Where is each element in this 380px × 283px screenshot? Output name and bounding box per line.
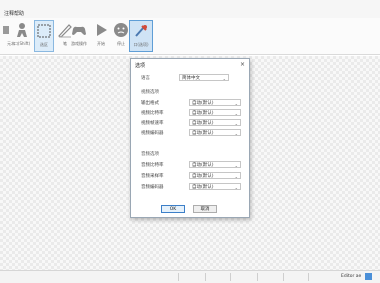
language-label: 语言 [141, 76, 150, 81]
chevron-down-icon: ⌄ [234, 121, 238, 126]
audio-section-title: 音频选项 [141, 152, 159, 157]
audio-row-label: 音频采样率 [141, 174, 164, 179]
menu-bar: 注释帮助 [0, 0, 380, 19]
cancel-button[interactable]: 取消 [193, 205, 217, 213]
language-select[interactable]: 简体中文 ⌄ [179, 74, 229, 81]
dialog-title: 选项 [135, 63, 146, 69]
audio-row: 音频采样率 自动(默认) ⌄ [131, 172, 249, 180]
menu-help[interactable]: 注释帮助 [4, 10, 24, 17]
audio-row: 音频编码器 自动(默认) ⌄ [131, 183, 249, 191]
chevron-down-icon: ⌄ [234, 174, 238, 179]
options-dialog: 选项 × 语言 简体中文 ⌄ 视频选项 输出格式 自动(默认) ⌄ 视频比特率 … [130, 58, 250, 218]
audio-row-label: 音频编码器 [141, 185, 164, 190]
status-divider [308, 273, 309, 281]
close-icon[interactable]: × [240, 61, 245, 68]
status-divider [205, 273, 206, 281]
video-select[interactable]: 自动(默认) ⌄ [189, 119, 241, 126]
language-value: 简体中文 [182, 76, 200, 81]
audio-row: 音频比特率 自动(默认) ⌄ [131, 161, 249, 169]
selection-rect-icon [37, 24, 51, 38]
select-value: 自动(默认) [192, 174, 214, 179]
select-value: 自动(默认) [192, 163, 214, 168]
tool-button-gamepad[interactable]: 游戏操作 [68, 20, 90, 50]
select-value: 自动(默认) [192, 111, 214, 116]
select-value: 自动(默认) [192, 131, 214, 136]
video-row: 视频帧速率 自动(默认) ⌄ [131, 119, 249, 127]
video-select[interactable]: 自动(默认) ⌄ [189, 129, 241, 136]
video-row-label: 视频编码器 [141, 131, 164, 136]
video-row-label: 视频比特率 [141, 111, 164, 116]
tool-label: 口(选项) [133, 42, 149, 47]
person-icon [17, 23, 27, 37]
chevron-down-icon: ⌄ [234, 185, 238, 190]
wrench-icon [135, 25, 147, 37]
select-value: 自动(默认) [192, 101, 214, 106]
video-section-title: 视频选项 [141, 90, 159, 95]
chevron-down-icon: ⌄ [222, 76, 226, 81]
gamepad-icon [72, 26, 86, 35]
select-value: 自动(默认) [192, 185, 214, 190]
play-icon [97, 24, 107, 36]
tool-button-options[interactable]: 口(选项) [129, 20, 153, 52]
toolbar: 元本 口(Shift) 选区 笔 游戏操作 开始 停止 口(选项) ▾ [0, 18, 380, 72]
chevron-down-icon: ⌄ [234, 101, 238, 106]
status-divider [283, 273, 284, 281]
chevron-down-icon: ⌄ [234, 131, 238, 136]
tool-label: 选区 [40, 42, 48, 47]
status-bar: Editor ae [0, 270, 380, 283]
video-select[interactable]: 自动(默认) ⌄ [189, 109, 241, 116]
chevron-down-icon: ⌄ [234, 163, 238, 168]
audio-select[interactable]: 自动(默认) ⌄ [189, 161, 241, 168]
app-icon [365, 273, 372, 280]
language-row: 语言 简体中文 ⌄ [131, 74, 249, 82]
audio-select[interactable]: 自动(默认) ⌄ [189, 183, 241, 190]
status-divider [230, 273, 231, 281]
tool-label: 口(Shift) [13, 41, 31, 46]
video-row: 视频编码器 自动(默认) ⌄ [131, 129, 249, 137]
chevron-down-icon: ⌄ [234, 111, 238, 116]
video-row: 输出格式 自动(默认) ⌄ [131, 99, 249, 107]
status-text: Editor ae [341, 274, 362, 279]
audio-row-label: 音频比特率 [141, 163, 164, 168]
status-divider [178, 273, 179, 281]
tool-button-select[interactable]: 选区 [34, 20, 54, 52]
tool-label: 开始 [97, 41, 105, 46]
tool-label: 游戏操作 [71, 41, 87, 46]
tool-label: 笔 [63, 41, 67, 46]
face-icon [114, 23, 128, 37]
tool-label: 停止 [117, 41, 125, 46]
video-select[interactable]: 自动(默认) ⌄ [189, 99, 241, 106]
video-row-label: 视频帧速率 [141, 121, 164, 126]
tool-button-play[interactable]: 开始 [90, 20, 112, 50]
select-value: 自动(默认) [192, 121, 214, 126]
ok-button[interactable]: OK [161, 205, 185, 213]
audio-select[interactable]: 自动(默认) ⌄ [189, 172, 241, 179]
video-row: 视频比特率 自动(默认) ⌄ [131, 109, 249, 117]
tool-button-person[interactable]: 口(Shift) [11, 20, 33, 50]
video-row-label: 输出格式 [141, 101, 159, 106]
status-divider [257, 273, 258, 281]
